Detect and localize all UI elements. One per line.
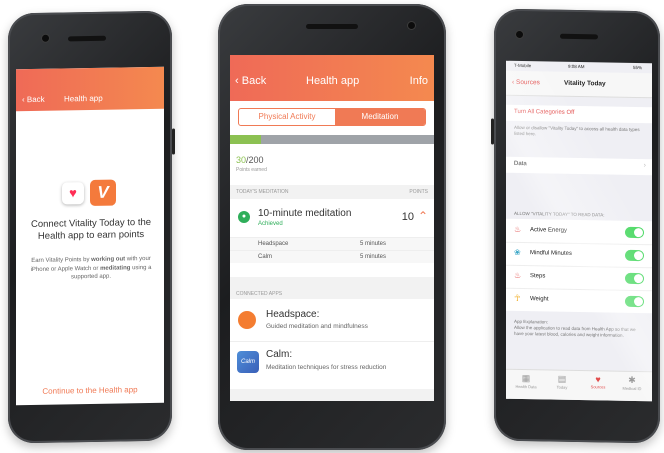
permission-label: Mindful Minutes (530, 250, 573, 257)
chevron-up-icon[interactable]: ⌃ (418, 209, 428, 223)
permission-label: Active Energy (530, 227, 568, 234)
mindful-minutes-toggle[interactable] (625, 249, 644, 262)
session-app: Headspace (258, 241, 289, 247)
front-camera (42, 34, 49, 42)
front-camera (516, 30, 523, 39)
calm-row[interactable]: Calm Calm: Meditation techniques for str… (230, 343, 434, 383)
continue-button[interactable]: Continue to the Health app (16, 385, 164, 397)
side-button (491, 118, 494, 145)
person-icon: ☥ (514, 292, 521, 304)
tab-physical-activity[interactable]: Physical Activity (239, 109, 335, 125)
heart-icon: ♥ (595, 374, 601, 385)
headspace-desc: Guided meditation and mindfulness (266, 323, 368, 330)
points-progress-bar (230, 135, 434, 144)
points-earned: 30/200 (236, 155, 264, 165)
points-earned-label: Points earned (236, 167, 267, 173)
clock: 9:08 AM (568, 63, 585, 70)
carrier: T-Mobile (514, 62, 532, 69)
asterisk-icon: ✱ (628, 374, 636, 386)
weight-toggle[interactable] (625, 295, 644, 308)
permission-label: Weight (530, 296, 549, 303)
chevron-right-icon: › (643, 162, 646, 170)
back-button[interactable]: ‹ Sources (512, 79, 540, 86)
permission-row-weight: ☥ Weight (506, 288, 652, 314)
battery-level: 55% (632, 64, 642, 71)
explanation-text: Allow the application to read data from … (514, 324, 636, 338)
allow-description: Allow or disallow "Vitality Today" to ac… (514, 124, 640, 137)
nav-title: Vitality Today (564, 79, 606, 88)
permission-list: ♨ Active Energy ❀ Mindful Minutes ♨ Step… (506, 218, 652, 314)
session-duration: 5 minutes (360, 241, 387, 247)
nav-title: Health app (306, 75, 360, 87)
turn-off-row[interactable]: Turn All Categories Off (506, 104, 652, 124)
connected-header: CONNECTED APPS (236, 291, 283, 297)
meditation-status: Achieved (258, 221, 283, 227)
flame-icon: ♨ (514, 270, 522, 281)
steps-toggle[interactable] (625, 272, 644, 285)
health-app-icon: ♥ (62, 182, 84, 205)
vitality-app-icon: V (90, 179, 116, 206)
connect-heading: Connect Vitality Today to the Health app… (30, 216, 152, 242)
tab-meditation[interactable]: Meditation (335, 109, 425, 125)
tab-health-data[interactable]: ▦ Health Data (510, 373, 542, 390)
data-row[interactable]: Data › (506, 156, 652, 176)
session-app: Calm (258, 254, 273, 260)
meditation-row[interactable]: ● 10-minute meditation Achieved 10 ⌃ (230, 201, 434, 235)
grid-icon: ▦ (521, 373, 531, 384)
points-header: POINTS (409, 189, 428, 195)
side-button (172, 128, 175, 155)
meditation-icon: ● (238, 211, 250, 223)
headspace-logo (238, 311, 256, 329)
calm-logo: Calm (237, 351, 259, 373)
chevron-left-icon: ‹ (235, 75, 242, 87)
turn-off-button[interactable]: Turn All Categories Off (514, 109, 574, 116)
bottom-section-bg (230, 389, 434, 401)
meditation-title: 10-minute meditation (258, 208, 352, 219)
explanation-title: App Explanation: (514, 318, 549, 325)
session-row: Calm 5 minutes (230, 250, 434, 263)
active-energy-toggle[interactable] (625, 226, 644, 239)
connect-body: Earn Vitality Points by working out with… (30, 255, 152, 281)
nav-title: Health app (64, 93, 103, 104)
calm-name: Calm: (266, 349, 293, 360)
meditation-points: 10 (401, 211, 414, 223)
lotus-icon: ❀ (514, 247, 521, 258)
nav-bar: ‹ Sources Vitality Today (506, 70, 652, 99)
app-icons: ♥ V (62, 179, 122, 206)
points-progress-fill (230, 135, 261, 144)
data-label: Data (514, 160, 527, 168)
headspace-row[interactable]: Headspace: Guided meditation and mindful… (230, 301, 434, 342)
tab-medical-id[interactable]: ✱ Medical ID (616, 375, 648, 392)
tab-today[interactable]: ▤ Today (546, 373, 578, 390)
front-camera (408, 22, 415, 29)
phone-center: ‹ Back Health app Info Physical Activity… (218, 4, 446, 450)
earpiece (560, 33, 598, 40)
phone-right: T-Mobile 9:08 AM 55% ‹ Sources Vitality … (491, 8, 660, 444)
flame-icon: ♨ (514, 224, 522, 235)
nav-bar: ‹ Back Health app Info (230, 55, 434, 101)
calendar-icon: ▤ (557, 373, 567, 384)
screen-left: ‹ Back Health app ♥ V Connect Vitality T… (16, 66, 164, 406)
session-row: Headspace 5 minutes (230, 237, 434, 250)
screen-center: ‹ Back Health app Info Physical Activity… (230, 55, 434, 401)
screen-right: T-Mobile 9:08 AM 55% ‹ Sources Vitality … (506, 60, 652, 402)
nav-bar: ‹ Back Health app (16, 66, 164, 112)
todays-header: TODAY'S MEDITATION (236, 189, 289, 195)
phone-left: ‹ Back Health app ♥ V Connect Vitality T… (8, 10, 175, 444)
permission-label: Steps (530, 273, 546, 280)
tab-sources[interactable]: ♥ Sources (582, 374, 614, 390)
session-duration: 5 minutes (360, 254, 387, 260)
earpiece (68, 35, 106, 42)
back-button[interactable]: ‹ Back (235, 75, 266, 87)
read-header: ALLOW "VITALITY TODAY" TO READ DATA: (514, 210, 605, 218)
segmented-control: Physical Activity Meditation (238, 108, 426, 126)
calm-desc: Meditation techniques for stress reducti… (266, 364, 387, 371)
info-button[interactable]: Info (410, 75, 428, 87)
back-button[interactable]: ‹ Back (22, 95, 45, 104)
tab-bar: ▦ Health Data ▤ Today ♥ Sources ✱ Medica… (506, 368, 652, 402)
earpiece (306, 24, 358, 29)
headspace-name: Headspace: (266, 309, 320, 320)
